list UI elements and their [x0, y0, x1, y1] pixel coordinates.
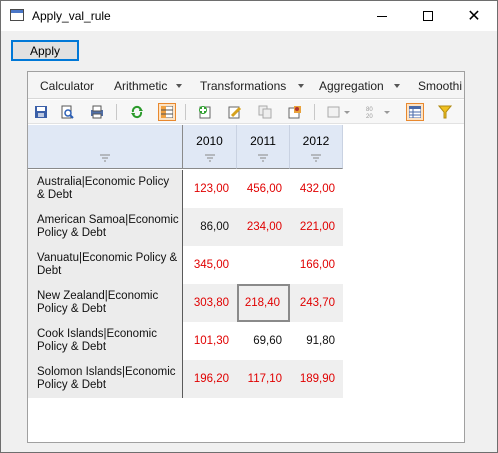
row-header[interactable]: American Samoa|Economic Policy & Debt [28, 208, 183, 246]
row-header-label-line2: Policy & Debt [37, 379, 107, 391]
close-button[interactable]: ✕ [451, 1, 497, 31]
column-header-label: 2010 [196, 134, 223, 148]
table-cell[interactable]: 243,70 [290, 284, 343, 322]
table-cell-selected[interactable]: 218,40 [237, 284, 290, 322]
table-cell[interactable]: 196,20 [183, 360, 237, 398]
table-cell[interactable]: 345,00 [183, 246, 237, 284]
filter-icon[interactable] [258, 154, 268, 162]
title-bar[interactable]: Apply_val_rule ✕ [1, 1, 497, 31]
add-series-icon[interactable] [196, 103, 214, 121]
app-window-icon [10, 9, 24, 21]
menu-calculator[interactable]: Calculator [40, 79, 94, 93]
row-header-label-line1: Vanuatu|Economic Policy & [37, 252, 178, 264]
row-header-label-line2: Policy & Debt [37, 227, 107, 239]
table-view-icon[interactable] [158, 103, 176, 121]
row-header[interactable]: Solomon Islands|Economic Policy & Debt [28, 360, 183, 398]
window-title: Apply_val_rule [32, 9, 111, 23]
row-header-label-line1: Solomon Islands|Economic [37, 366, 176, 378]
app-window: Apply_val_rule ✕ Apply Calculator Arithm… [0, 0, 498, 453]
row-header-label-line2: Debt [37, 265, 62, 277]
table-cell[interactable]: 69,60 [237, 322, 290, 360]
table-cell[interactable]: 221,00 [290, 208, 343, 246]
ribbon-menu-bar: Calculator Arithmetic Transformations Ag… [28, 72, 464, 99]
maximize-icon [423, 11, 433, 21]
table-cell[interactable]: 189,90 [290, 360, 343, 398]
data-grid-panel: Calculator Arithmetic Transformations Ag… [27, 71, 465, 443]
row-header[interactable]: Cook Islands|Economic Policy & Debt [28, 322, 183, 360]
print-icon[interactable] [88, 103, 106, 121]
menu-transformations-arrow-icon[interactable] [298, 84, 304, 88]
column-header-label: 2011 [250, 134, 276, 148]
edit-series-icon[interactable] [226, 103, 244, 121]
grid-layout-icon[interactable] [406, 103, 424, 121]
filter-icon[interactable] [100, 154, 110, 162]
menu-transformations[interactable]: Transformations [200, 79, 286, 93]
table-cell[interactable]: 432,00 [290, 170, 343, 208]
table-cell[interactable] [237, 246, 290, 284]
toolbar-separator [116, 104, 117, 120]
table-cell[interactable]: 123,00 [183, 170, 237, 208]
filter-icon[interactable] [204, 154, 215, 162]
table-cell[interactable]: 91,80 [290, 322, 343, 360]
menu-arithmetic-arrow-icon[interactable] [176, 84, 182, 88]
svg-text:20: 20 [366, 114, 373, 119]
close-icon: ✕ [467, 6, 481, 25]
row-header-label-line1: New Zealand|Economic [37, 290, 159, 302]
save-icon[interactable] [32, 103, 50, 121]
minimize-icon [377, 15, 387, 17]
refresh-icon[interactable] [128, 103, 146, 121]
table-cell[interactable]: 456,00 [237, 170, 290, 208]
column-header-2012[interactable]: 2012 [290, 125, 343, 169]
filter-icon[interactable] [311, 154, 321, 162]
row-header[interactable]: New Zealand|Economic Policy & Debt [28, 284, 183, 322]
table-cell[interactable]: 101,30 [183, 322, 237, 360]
print-preview-icon[interactable] [58, 103, 76, 121]
table-cell[interactable]: 166,00 [290, 246, 343, 284]
toolbar-separator [185, 104, 186, 120]
maximize-button[interactable] [405, 1, 451, 31]
row-header[interactable]: Vanuatu|Economic Policy & Debt [28, 246, 183, 284]
row-header-label-line2: Policy & Debt [37, 303, 107, 315]
number-format-icon[interactable]: 80 20 [364, 103, 392, 121]
table-cell[interactable]: 303,80 [183, 284, 237, 322]
toolbar: 80 20 [28, 100, 464, 124]
toolbar-separator [314, 104, 315, 120]
chart-options-icon[interactable] [326, 103, 352, 121]
table-cell[interactable]: 234,00 [237, 208, 290, 246]
menu-smoothing[interactable]: Smoothi [418, 79, 462, 93]
row-header-label-line2: Policy & Debt [37, 341, 107, 353]
row-header-label-line1: Australia|Economic Policy [37, 176, 170, 188]
svg-text:80: 80 [366, 107, 373, 113]
menu-aggregation[interactable]: Aggregation [319, 79, 384, 93]
row-header-corner [28, 125, 183, 169]
row-header-label-line1: Cook Islands|Economic [37, 328, 157, 340]
table-cell[interactable]: 86,00 [183, 208, 237, 246]
column-header-2010[interactable]: 2010 [183, 125, 237, 169]
column-header-label: 2012 [302, 134, 330, 148]
filter-icon[interactable] [436, 103, 454, 121]
menu-aggregation-arrow-icon[interactable] [394, 84, 400, 88]
apply-button[interactable]: Apply [11, 40, 79, 61]
minimize-button[interactable] [359, 1, 405, 31]
series-properties-icon[interactable] [286, 103, 304, 121]
column-header-2011[interactable]: 2011 [237, 125, 290, 169]
row-header[interactable]: Australia|Economic Policy & Debt [28, 170, 183, 208]
row-header-label-line1: American Samoa|Economic [37, 214, 179, 226]
table-cell[interactable]: 117,10 [237, 360, 290, 398]
row-header-label-line2: & Debt [37, 189, 73, 201]
copy-series-icon[interactable] [256, 103, 274, 121]
menu-arithmetic[interactable]: Arithmetic [114, 79, 167, 93]
